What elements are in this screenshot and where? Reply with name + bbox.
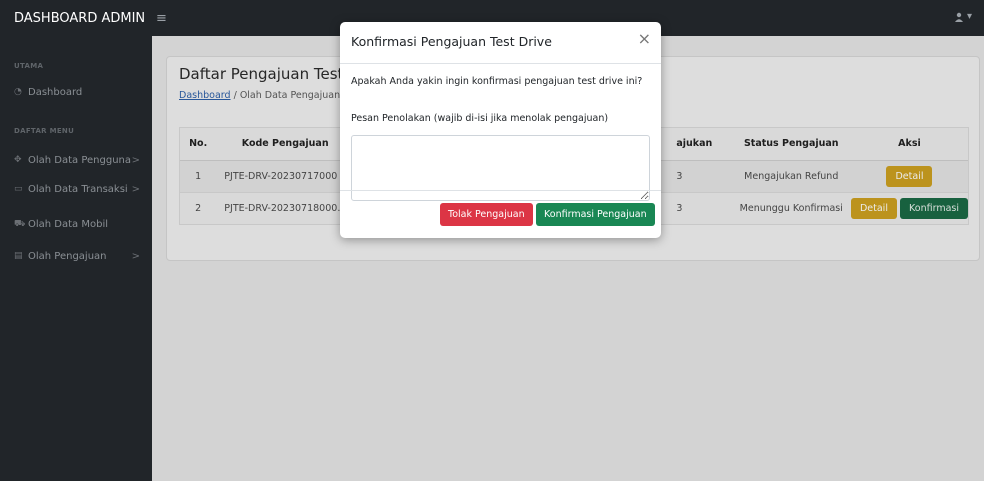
sidebar-item-dashboard[interactable]: ◔ Dashboard — [0, 81, 152, 103]
sidebar-heading-menu: DAFTAR MENU — [14, 127, 75, 135]
chevron-right-icon: > — [131, 154, 140, 166]
sidebar-heading-main: UTAMA — [14, 62, 44, 70]
confirm-button[interactable]: Konfirmasi Pengajuan — [536, 203, 655, 226]
modal-footer: Tolak Pengajuan Konfirmasi Pengajuan — [340, 190, 661, 238]
confirm-question: Apakah Anda yakin ingin konfirmasi penga… — [351, 76, 643, 87]
sidebar-item-pengajuan[interactable]: ▤ Olah Pengajuan > — [0, 245, 152, 267]
users-icon: ✥ — [14, 155, 22, 165]
reject-button[interactable]: Tolak Pengajuan — [440, 203, 533, 226]
rejection-label: Pesan Penolakan (wajib di-isi jika menol… — [351, 113, 609, 124]
sidebar: UTAMA ◔ Dashboard DAFTAR MENU ✥ Olah Dat… — [0, 36, 152, 481]
sidebar-item-label: Dashboard — [28, 86, 83, 98]
chevron-right-icon: > — [131, 183, 140, 195]
chevron-right-icon: > — [131, 250, 140, 262]
sidebar-item-label: Olah Data Transaksi — [28, 183, 128, 195]
close-icon[interactable]: × — [638, 31, 651, 47]
sidebar-item-label: Olah Pengajuan — [28, 250, 107, 262]
list-icon: ▤ — [14, 251, 23, 261]
sidebar-item-label: Olah Data Mobil — [28, 218, 108, 230]
sidebar-item-mobil[interactable]: ⛟ Olah Data Mobil — [0, 213, 152, 235]
user-menu[interactable]: ▾ — [954, 11, 972, 22]
user-icon — [954, 12, 963, 22]
sidebar-item-transaksi[interactable]: ▭ Olah Data Transaksi > — [0, 178, 152, 200]
chevron-down-icon: ▾ — [966, 11, 972, 22]
sidebar-item-label: Olah Data Pengguna — [28, 154, 132, 166]
car-icon: ⛟ — [14, 218, 26, 229]
confirm-modal: Konfirmasi Pengajuan Test Drive × Apakah… — [340, 22, 661, 238]
brand-title[interactable]: DASHBOARD ADMIN — [0, 11, 152, 26]
dashboard-icon: ◔ — [14, 87, 22, 97]
sidebar-item-pengguna[interactable]: ✥ Olah Data Pengguna > — [0, 149, 152, 171]
modal-title: Konfirmasi Pengajuan Test Drive — [351, 34, 552, 49]
card-icon: ▭ — [14, 184, 23, 194]
modal-header: Konfirmasi Pengajuan Test Drive × — [340, 22, 661, 64]
bars-icon[interactable]: ≡ — [156, 11, 167, 26]
